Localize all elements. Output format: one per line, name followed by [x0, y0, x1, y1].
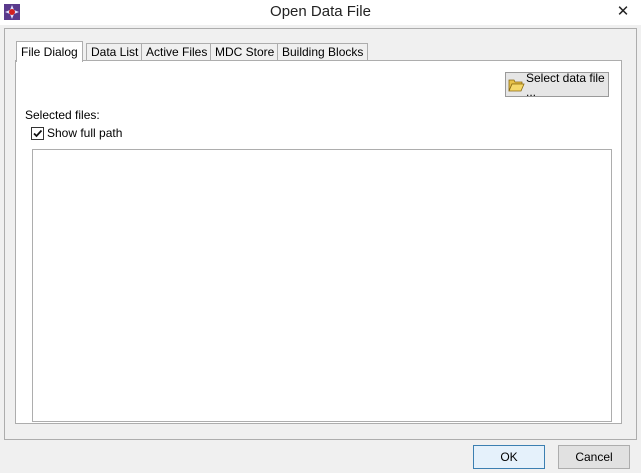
file-dialog-panel: Select data file ... Selected files: Sho…	[15, 60, 622, 424]
cancel-button[interactable]: Cancel	[558, 445, 630, 469]
tab-data-list[interactable]: Data List	[86, 43, 144, 61]
window-title: Open Data File	[270, 3, 371, 20]
tab-file-dialog[interactable]: File Dialog	[16, 41, 83, 62]
selected-files-label: Selected files:	[25, 108, 100, 122]
select-data-file-button[interactable]: Select data file ...	[505, 70, 609, 99]
tab-active-files[interactable]: Active Files	[141, 43, 213, 61]
dialog-body: File Dialog Data List Active Files MDC S…	[4, 28, 637, 440]
selected-files-list[interactable]	[32, 149, 612, 422]
tab-mdc-store[interactable]: MDC Store	[210, 43, 280, 61]
folder-open-icon	[508, 79, 525, 91]
show-full-path-label: Show full path	[47, 126, 123, 140]
checkmark-icon	[33, 129, 43, 137]
tab-building-blocks[interactable]: Building Blocks	[277, 43, 369, 61]
ok-button[interactable]: OK	[473, 445, 545, 469]
close-icon: ✕	[616, 3, 630, 20]
close-button[interactable]: ✕	[611, 2, 635, 22]
open-data-file-dialog: Open Data File ✕ File Dialog Data List A…	[0, 0, 641, 473]
show-full-path-checkbox[interactable]	[31, 126, 44, 140]
select-data-file-label: Select data file ...	[526, 70, 605, 99]
title-bar: Open Data File ✕	[0, 0, 641, 25]
show-full-path-row[interactable]: Show full path	[31, 126, 122, 140]
